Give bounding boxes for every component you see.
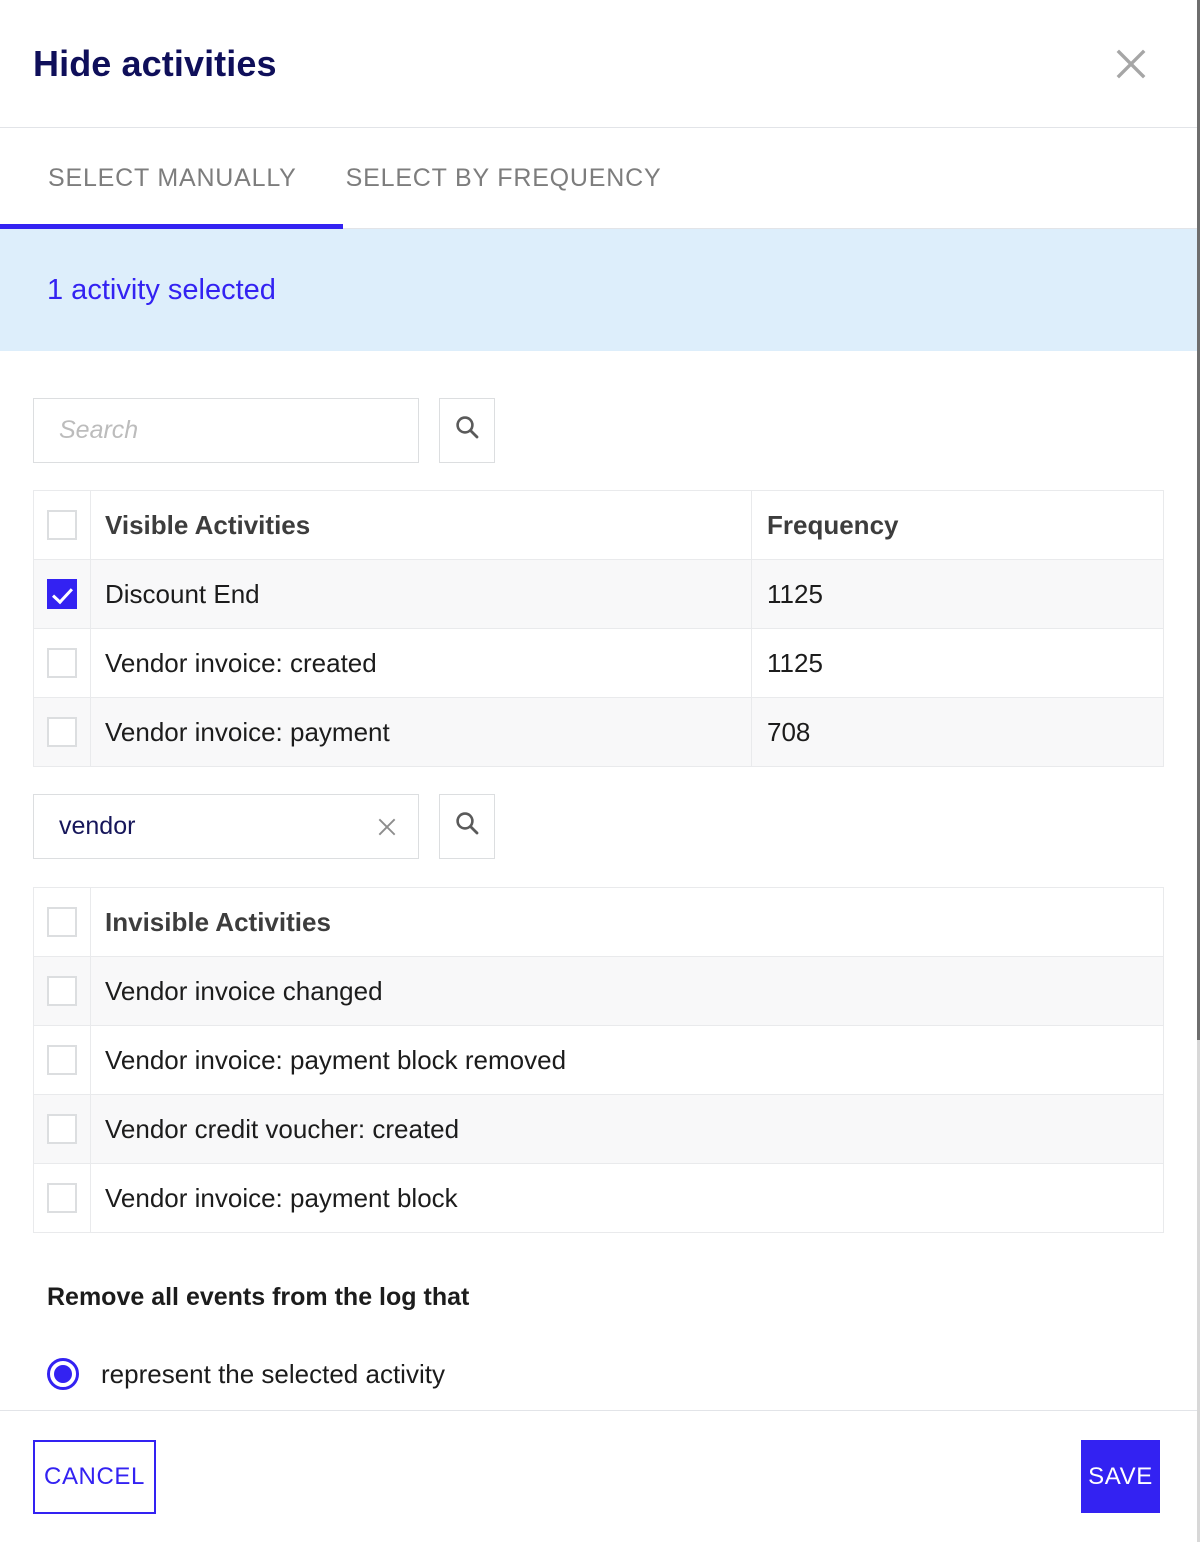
selection-count-label: 1 activity selected — [47, 273, 276, 306]
row-checkbox[interactable] — [47, 1114, 77, 1144]
clear-icon[interactable] — [374, 814, 400, 840]
activity-name: Vendor invoice: payment block — [105, 1182, 458, 1213]
dialog-body: Visible Activities Frequency Discount En… — [0, 351, 1197, 1410]
hide-activities-dialog: Hide activities SELECT MANUALLY SELECT B… — [0, 0, 1200, 1542]
close-icon[interactable] — [1107, 40, 1155, 88]
activity-name: Vendor invoice changed — [105, 975, 383, 1006]
activity-name: Discount End — [91, 560, 752, 628]
table-row[interactable]: Vendor credit voucher: created — [34, 1095, 1163, 1164]
save-button[interactable]: SAVE — [1081, 1440, 1160, 1513]
table-row[interactable]: Vendor invoice: payment block — [34, 1164, 1163, 1233]
tab-select-manually[interactable]: SELECT MANUALLY — [0, 128, 346, 228]
row-checkbox-cell — [34, 1026, 91, 1094]
activity-name: Vendor invoice: payment block removed — [105, 1044, 567, 1075]
invisible-activities-table: Invisible Activities Vendor invoice chan… — [33, 887, 1164, 1233]
invisible-search-button[interactable] — [439, 794, 495, 859]
tab-bar: SELECT MANUALLY SELECT BY FREQUENCY — [0, 128, 1197, 229]
invisible-search-field[interactable] — [33, 794, 419, 859]
tab-select-by-frequency-label: SELECT BY FREQUENCY — [345, 163, 662, 192]
invisible-search-input[interactable] — [34, 795, 418, 858]
activity-name: Vendor invoice: created — [91, 629, 752, 697]
row-checkbox[interactable] — [47, 717, 77, 747]
select-all-visible-cell — [34, 491, 91, 559]
selection-banner: 1 activity selected — [0, 229, 1197, 351]
table-row[interactable]: Vendor invoice: payment block removed — [34, 1026, 1163, 1095]
activity-name: Vendor credit voucher: created — [105, 1113, 460, 1144]
activity-frequency: 708 — [767, 716, 811, 747]
table-row[interactable]: Vendor invoice: created 1125 — [34, 629, 1163, 698]
dialog-header: Hide activities — [0, 0, 1197, 128]
radio-button[interactable] — [47, 1358, 79, 1390]
visible-search-row — [0, 351, 1197, 463]
column-header-visible-activities: Visible Activities — [91, 491, 752, 559]
row-checkbox-cell — [34, 1095, 91, 1163]
table-row[interactable]: Vendor invoice changed — [34, 957, 1163, 1026]
activity-name: Vendor invoice: payment — [91, 698, 752, 766]
invisible-search-row — [0, 767, 1197, 859]
search-icon — [452, 809, 482, 844]
row-checkbox[interactable] — [47, 1183, 77, 1213]
cancel-button[interactable]: CANCEL — [33, 1439, 156, 1514]
row-checkbox[interactable] — [47, 648, 77, 678]
table-header-row: Invisible Activities — [34, 888, 1163, 957]
visible-activities-table: Visible Activities Frequency Discount En… — [33, 490, 1164, 767]
select-all-invisible-checkbox[interactable] — [47, 907, 77, 937]
tab-select-by-frequency[interactable]: SELECT BY FREQUENCY — [346, 128, 662, 228]
search-icon — [452, 413, 482, 448]
activity-frequency: 1125 — [767, 578, 823, 609]
remove-events-label: Remove all events from the log that — [47, 1283, 470, 1311]
table-header-row: Visible Activities Frequency — [34, 491, 1163, 560]
row-checkbox[interactable] — [47, 1045, 77, 1075]
tab-select-manually-label: SELECT MANUALLY — [48, 163, 297, 192]
row-checkbox-cell — [34, 1164, 91, 1232]
row-checkbox[interactable] — [47, 976, 77, 1006]
select-all-visible-checkbox[interactable] — [47, 510, 77, 540]
dialog-footer: CANCEL SAVE — [0, 1410, 1197, 1542]
table-row[interactable]: Discount End 1125 — [34, 560, 1163, 629]
remove-events-section: Remove all events from the log that repr… — [47, 1283, 1197, 1390]
radio-option-represent-selected[interactable]: represent the selected activity — [47, 1358, 1197, 1390]
table-row[interactable]: Vendor invoice: payment 708 — [34, 698, 1163, 767]
visible-search-field[interactable] — [33, 398, 419, 463]
row-checkbox-cell — [34, 560, 91, 628]
visible-search-button[interactable] — [439, 398, 495, 463]
visible-search-input[interactable] — [34, 399, 418, 462]
column-header-frequency: Frequency — [767, 509, 899, 540]
row-checkbox-cell — [34, 698, 91, 766]
page-title: Hide activities — [33, 42, 277, 84]
radio-label: represent the selected activity — [101, 1358, 445, 1389]
select-all-invisible-cell — [34, 888, 91, 956]
row-checkbox-cell — [34, 629, 91, 697]
active-tab-indicator — [0, 224, 343, 229]
column-header-invisible-activities: Invisible Activities — [105, 906, 331, 937]
row-checkbox[interactable] — [47, 579, 77, 609]
row-checkbox-cell — [34, 957, 91, 1025]
activity-frequency: 1125 — [767, 647, 823, 678]
